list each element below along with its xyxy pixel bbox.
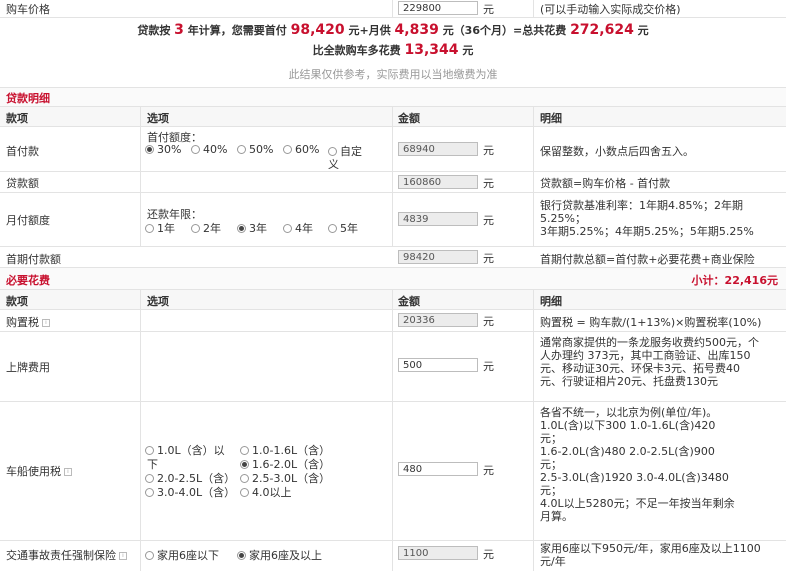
info-icon[interactable]: i	[119, 552, 127, 560]
vtax-radio-6[interactable]: 3.0-4.0L（含）	[145, 484, 235, 500]
purchase-tax-field: 20336	[398, 313, 478, 327]
vehicle-tax-label: 车船使用税 i	[6, 463, 72, 479]
down-radio-60[interactable]: 60%	[283, 143, 319, 156]
loan-years: 3	[174, 22, 184, 38]
monthly-amount-field: 4839	[398, 212, 478, 226]
monthly-payment: 4,839	[394, 22, 439, 38]
compulsory-field: 1100	[398, 546, 478, 560]
extra-cost: 13,344	[404, 42, 459, 58]
plate-amount-input[interactable]: 500	[398, 358, 478, 372]
purchase-tax-label: 购置税 i	[6, 314, 50, 330]
loan-amount-note: 贷款额=购车价格 - 首付款	[540, 177, 671, 190]
col-amount: 金额	[398, 112, 420, 125]
down-radio-50[interactable]: 50%	[237, 143, 273, 156]
col-amount-2: 金额	[398, 295, 420, 308]
down-note: 保留整数，小数点后四舍五入。	[540, 145, 694, 158]
first-pay-field: 98420	[398, 250, 478, 264]
col-option-2: 选项	[147, 295, 169, 308]
down-label: 首付款	[6, 145, 39, 158]
loan-amount-label: 贷款额	[6, 177, 39, 190]
col-item-2: 款项	[6, 295, 28, 308]
info-icon[interactable]: i	[64, 468, 72, 476]
first-pay-note: 首期付款总额=首付款+必要花费+商业保险	[540, 253, 755, 266]
vtax-radio-7[interactable]: 4.0以上	[240, 484, 292, 500]
compulsory-radio-large[interactable]: 家用6座及以上	[237, 547, 322, 563]
down-radio-40[interactable]: 40%	[191, 143, 227, 156]
col-option: 选项	[147, 112, 169, 125]
compulsory-radio-small[interactable]: 家用6座以下	[145, 547, 219, 563]
required-section-title: 必要花费	[6, 274, 50, 287]
plate-label: 上牌费用	[6, 361, 50, 374]
col-detail: 明细	[540, 112, 562, 125]
vehicle-tax-unit: 元	[483, 464, 494, 477]
price-hint: (可以手动输入实际成交价格)	[540, 3, 681, 16]
first-pay-unit: 元	[483, 252, 494, 265]
term-radio-2[interactable]: 2年	[191, 220, 221, 236]
col-detail-2: 明细	[540, 295, 562, 308]
summary-line: 贷款按 3 年计算，您需要首付 98,420 元+月供 4,839 元（36个月…	[137, 22, 649, 38]
loan-amount-field: 160860	[398, 175, 478, 189]
term-radio-3[interactable]: 3年	[237, 220, 267, 236]
info-icon[interactable]: i	[42, 319, 50, 327]
price-input[interactable]: 229800	[398, 1, 478, 15]
loan-section-title: 贷款明细	[6, 92, 50, 105]
price-label: 购车价格	[6, 3, 50, 16]
vehicle-tax-note: 各省不统一，以北京为例(单位/年)。 1.0L(含)以下300 1.0-1.6L…	[540, 406, 735, 523]
loan-amount-unit: 元	[483, 177, 494, 190]
first-pay-label: 首期付款额	[6, 253, 61, 266]
compulsory-unit: 元	[483, 548, 494, 561]
monthly-unit: 元	[483, 214, 494, 227]
down-radio-custom-cont: 义	[328, 158, 339, 171]
down-payment-total: 98,420	[290, 22, 345, 38]
down-unit: 元	[483, 144, 494, 157]
plate-unit: 元	[483, 360, 494, 373]
purchase-tax-note: 购置税 = 购车款/(1+13%)×购置税率(10%)	[540, 316, 762, 329]
term-radio-4[interactable]: 4年	[283, 220, 313, 236]
extra-cost-line: 比全款购车多花费 13,344 元	[312, 42, 474, 58]
plate-note: 通常商家提供的一条龙服务收费约500元，个 人办理约 373元，其中工商验证、出…	[540, 336, 759, 388]
term-radio-1[interactable]: 1年	[145, 220, 175, 236]
purchase-tax-unit: 元	[483, 315, 494, 328]
compulsory-note: 家用6座以下950元/年，家用6座及以上1100 元/年	[540, 542, 761, 568]
vehicle-tax-input[interactable]: 480	[398, 462, 478, 476]
required-subtotal: 小计：22,416元	[691, 274, 778, 287]
term-radio-5[interactable]: 5年	[328, 220, 358, 236]
disclaimer: 此结果仅供参考，实际费用以当地缴费为准	[288, 68, 498, 81]
price-unit: 元	[483, 3, 494, 16]
compulsory-label: 交通事故责任强制保险 i	[6, 547, 127, 563]
down-radio-30[interactable]: 30%	[145, 143, 181, 156]
total-cost: 272,624	[570, 22, 634, 38]
down-amount-field: 68940	[398, 142, 478, 156]
monthly-label: 月付额度	[6, 214, 50, 227]
col-item: 款项	[6, 112, 28, 125]
monthly-note: 银行贷款基准利率：1年期4.85%；2年期 5.25%； 3年期5.25%；4年…	[540, 199, 754, 238]
